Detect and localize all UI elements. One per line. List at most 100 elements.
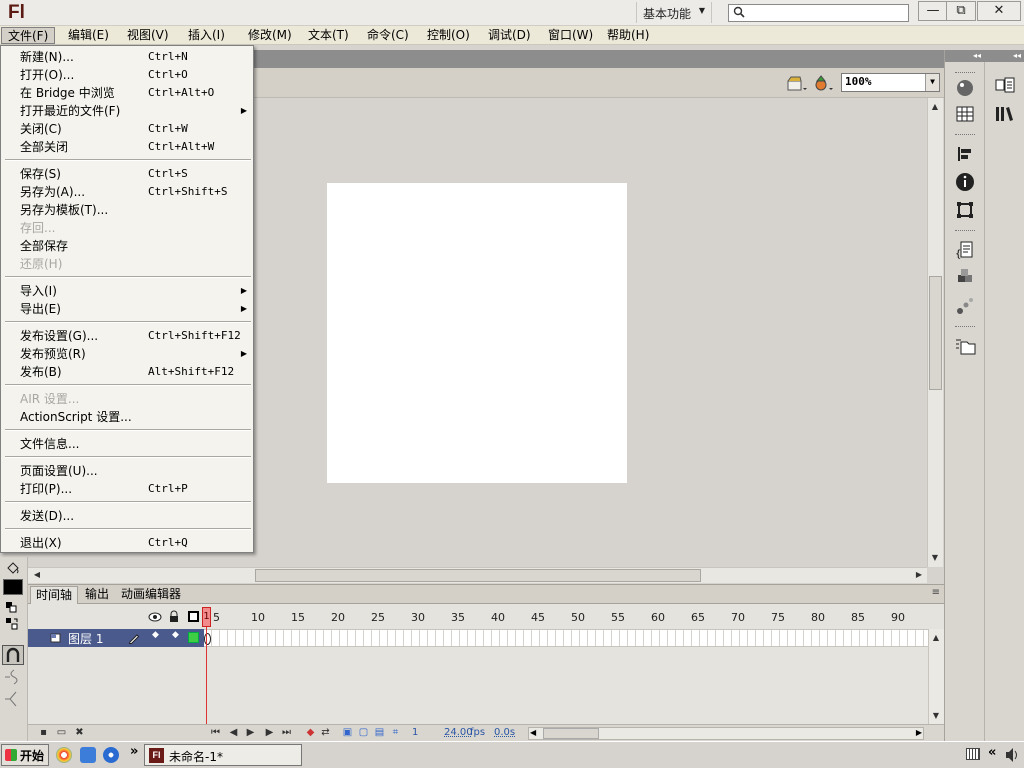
current-frame-display[interactable]: 1 (412, 727, 418, 738)
panel-menu-icon[interactable]: ≡ (932, 587, 940, 598)
play-icon[interactable]: ▶ (245, 728, 256, 739)
taskbar-window-button[interactable]: Fl 未命名-1* (144, 744, 302, 766)
properties-icon[interactable] (993, 74, 1017, 98)
keyboard-icon[interactable] (966, 748, 980, 760)
project-icon[interactable] (953, 334, 977, 358)
frame-rate-value[interactable]: 24.00 (444, 727, 473, 738)
stage-canvas[interactable] (327, 183, 627, 483)
media-player-icon[interactable] (56, 747, 72, 763)
scroll-right-icon[interactable]: ▶ (912, 568, 926, 582)
collapse-icon[interactable]: ◂◂ (985, 50, 1024, 62)
browser-icon[interactable] (80, 747, 96, 763)
lock-dot[interactable]: ◆ (172, 630, 179, 640)
elapsed-time[interactable]: 0.0s (494, 727, 515, 738)
scroll-left-icon[interactable]: ◀ (30, 568, 44, 582)
frame-ruler[interactable]: 5 10 15 20 25 30 35 40 45 50 55 60 65 70… (204, 609, 928, 629)
menu-window[interactable]: 窗口(W) (542, 27, 599, 44)
menu-item-export[interactable]: 导出(E) ▶ (1, 300, 253, 318)
menu-item-print[interactable]: 打印(P)... Ctrl+P (1, 480, 253, 498)
edit-scene-icon[interactable] (786, 75, 808, 93)
scroll-thumb[interactable] (255, 569, 701, 582)
swap-colors-icon[interactable] (5, 617, 19, 631)
menu-file[interactable]: 文件(F) (1, 27, 56, 44)
outline-toggle-icon[interactable] (188, 611, 199, 622)
menu-item-close[interactable]: 关闭(C) Ctrl+W (1, 120, 253, 138)
menu-item-actionscript-settings[interactable]: ActionScript 设置... (1, 408, 253, 426)
panel-grip[interactable] (955, 230, 975, 234)
edit-multiple-frames-icon[interactable]: ▤ (374, 728, 385, 739)
black-white-icon[interactable] (5, 601, 17, 613)
visibility-dot[interactable]: ◆ (152, 630, 159, 640)
timeline-horizontal-scrollbar[interactable]: ◀ ▶ (528, 727, 924, 740)
center-frame-icon[interactable]: ◆ (305, 728, 316, 739)
menu-item-save-as-template[interactable]: 另存为模板(T)... (1, 201, 253, 219)
menu-debug[interactable]: 调试(D) (482, 27, 537, 44)
menu-item-new[interactable]: 新建(N)... Ctrl+N (1, 48, 253, 66)
scroll-thumb[interactable] (929, 276, 942, 390)
playhead[interactable]: 1 (202, 607, 211, 627)
menu-item-save[interactable]: 保存(S) Ctrl+S (1, 165, 253, 183)
new-layer-icon[interactable]: ▪ (38, 728, 49, 739)
timeline-vertical-scrollbar[interactable]: ▲ ▼ (928, 629, 944, 724)
tab-timeline[interactable]: 时间轴 (30, 586, 79, 604)
eye-icon[interactable] (148, 611, 162, 623)
straighten-icon[interactable] (4, 691, 22, 707)
menu-item-page-setup[interactable]: 页面设置(U)... (1, 462, 253, 480)
menu-text[interactable]: 文本(T) (302, 27, 355, 44)
snap-to-objects-button[interactable] (2, 645, 24, 665)
menu-item-send[interactable]: 发送(D)... (1, 507, 253, 525)
settings-gear-icon[interactable] (103, 747, 119, 763)
quicklaunch-more-icon[interactable]: » (130, 744, 138, 759)
smooth-icon[interactable] (4, 669, 22, 685)
scroll-up-icon[interactable]: ▲ (929, 631, 943, 645)
menu-help[interactable]: 帮助(H) (601, 27, 655, 44)
step-back-icon[interactable]: ◀ (228, 728, 239, 739)
menu-item-exit[interactable]: 退出(X) Ctrl+Q (1, 534, 253, 552)
menu-item-publish[interactable]: 发布(B) Alt+Shift+F12 (1, 363, 253, 381)
library-icon[interactable] (993, 102, 1017, 126)
new-folder-icon[interactable]: ▭ (56, 728, 67, 739)
delete-layer-icon[interactable]: ✖ (74, 728, 85, 739)
actions-icon[interactable]: { (953, 238, 977, 262)
frames-row[interactable] (204, 629, 928, 647)
motion-presets-icon[interactable] (953, 294, 977, 318)
menu-item-import[interactable]: 导入(I) ▶ (1, 282, 253, 300)
scroll-down-icon[interactable]: ▼ (928, 551, 942, 565)
align-icon[interactable] (953, 142, 977, 166)
expand-tray-icon[interactable]: « (988, 745, 996, 760)
menu-modify[interactable]: 修改(M) (242, 27, 298, 44)
volume-icon[interactable] (1004, 746, 1020, 764)
panel-grip[interactable] (955, 134, 975, 138)
scroll-down-icon[interactable]: ▼ (929, 709, 943, 723)
menu-item-browse-bridge[interactable]: 在 Bridge 中浏览 Ctrl+Alt+O (1, 84, 253, 102)
step-forward-icon[interactable]: ▶ (264, 728, 275, 739)
onion-skin-icon[interactable]: ▣ (342, 728, 353, 739)
color-panel-icon[interactable] (953, 76, 977, 100)
close-button[interactable]: ✕ (977, 1, 1021, 21)
onion-outline-icon[interactable]: ▢ (358, 728, 369, 739)
info-icon[interactable] (953, 170, 977, 194)
menu-edit[interactable]: 编辑(E) (62, 27, 115, 44)
edit-symbols-icon[interactable] (812, 75, 834, 93)
menu-item-file-info[interactable]: 文件信息... (1, 435, 253, 453)
zoom-select[interactable]: 100% ▼ (841, 73, 940, 92)
go-last-frame-icon[interactable]: ⏭ (281, 728, 292, 739)
layer-color-swatch[interactable] (188, 632, 199, 643)
scroll-left-icon[interactable]: ◀ (530, 728, 536, 737)
workspace-switcher[interactable]: 基本功能 ▼ (636, 2, 712, 23)
loop-icon[interactable]: ⇄ (320, 728, 331, 739)
layer-row[interactable]: 图层 1 ◆ ◆ (28, 629, 204, 647)
transform-icon[interactable] (953, 198, 977, 222)
menu-item-save-as[interactable]: 另存为(A)... Ctrl+Shift+S (1, 183, 253, 201)
fill-color-swatch[interactable] (3, 579, 23, 595)
tab-output[interactable]: 输出 (80, 586, 114, 604)
start-button[interactable]: 开始 (1, 744, 49, 766)
minimize-button[interactable]: — (918, 1, 948, 21)
modify-markers-icon[interactable]: ⌗ (390, 728, 401, 739)
swatches-icon[interactable] (953, 102, 977, 126)
collapse-icon[interactable]: ◂◂ (945, 50, 985, 62)
menu-item-open[interactable]: 打开(O)... Ctrl+O (1, 66, 253, 84)
menu-insert[interactable]: 插入(I) (182, 27, 231, 44)
stage-horizontal-scrollbar[interactable]: ◀ ▶ (28, 567, 927, 583)
paint-bucket-icon[interactable] (5, 561, 21, 575)
